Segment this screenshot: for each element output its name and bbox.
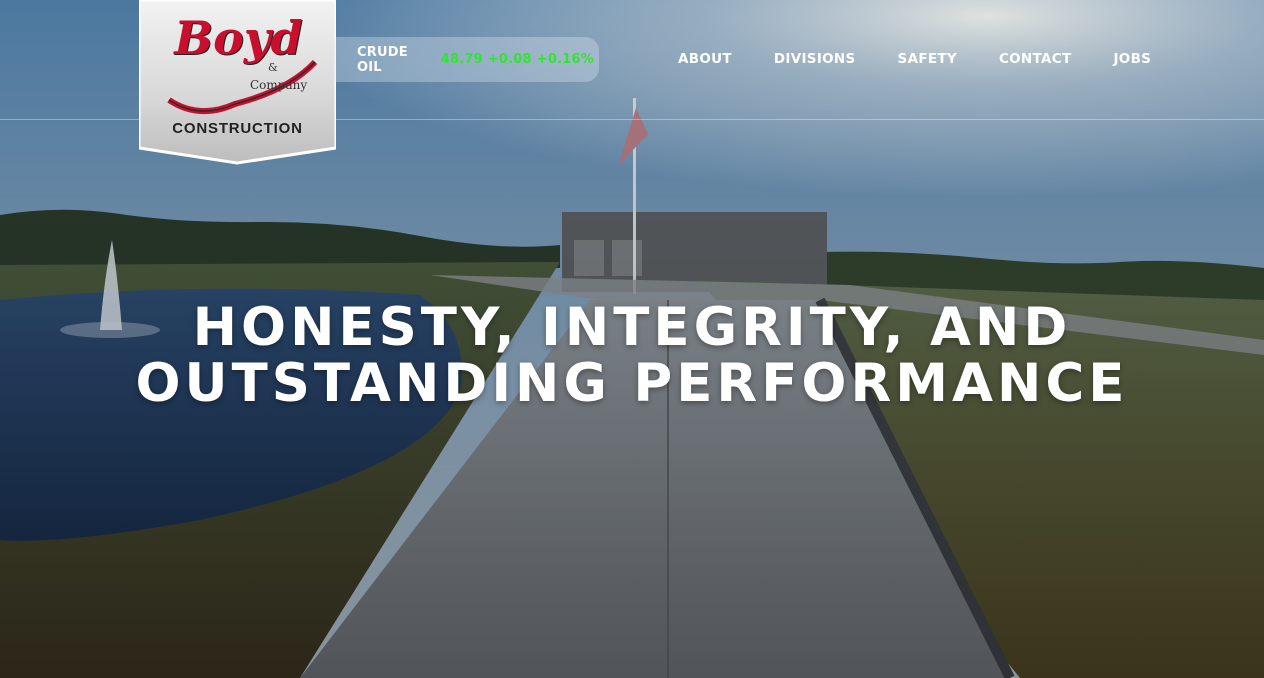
nav-item-jobs[interactable]: JOBS bbox=[1113, 50, 1151, 68]
nav-item-about[interactable]: ABOUT bbox=[678, 50, 732, 68]
hero-headline: HONESTY, INTEGRITY, AND OUTSTANDING PERF… bbox=[0, 300, 1264, 412]
hero-headline-line1: HONESTY, INTEGRITY, AND bbox=[192, 297, 1072, 358]
logo-script-text: Boyd bbox=[174, 11, 303, 65]
logo-construction-text: CONSTRUCTION bbox=[172, 120, 303, 137]
logo-company-text: Company bbox=[250, 78, 308, 92]
ticker-symbol: CRUDE OIL bbox=[357, 44, 408, 75]
logo-amp: & bbox=[268, 61, 278, 74]
hero-headline-line2: OUTSTANDING PERFORMANCE bbox=[135, 353, 1129, 414]
ticker-change: +0.08 bbox=[487, 52, 532, 67]
crude-oil-ticker: CRUDE OIL 48.79 +0.08 +0.16% bbox=[333, 37, 599, 82]
nav-item-divisions[interactable]: DIVISIONS bbox=[774, 50, 856, 68]
ticker-price: 48.79 bbox=[440, 52, 483, 67]
ticker-change-pct: +0.16% bbox=[536, 52, 594, 67]
main-nav: ABOUT DIVISIONS SAFETY CONTACT JOBS bbox=[678, 50, 1151, 68]
nav-item-safety[interactable]: SAFETY bbox=[898, 50, 957, 68]
nav-item-contact[interactable]: CONTACT bbox=[999, 50, 1072, 68]
company-logo[interactable]: Boyd & Company CONSTRUCTION bbox=[137, 0, 338, 166]
